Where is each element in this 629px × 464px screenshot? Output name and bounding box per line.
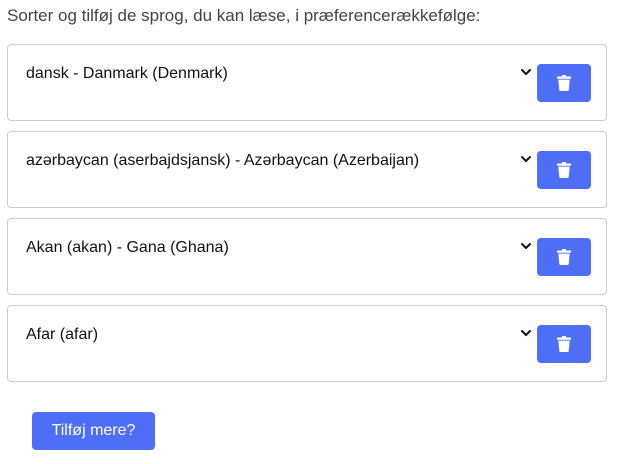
language-select[interactable]: Akan (akan) - Gana (Ghana) [26,219,532,279]
delete-language-button[interactable] [537,325,591,363]
chevron-down-icon [521,330,531,336]
delete-language-button[interactable] [537,238,591,276]
language-selected-value: Akan (akan) - Gana (Ghana) [26,239,229,256]
language-row: Afar (afar) [7,305,607,382]
trash-icon [557,249,571,265]
chevron-down-icon [521,69,531,75]
language-row: dansk - Danmark (Denmark) [7,44,607,121]
language-selected-value: azərbaycan (aserbajdsjansk) - Azərbaycan… [26,152,420,169]
delete-language-button[interactable] [537,151,591,189]
trash-icon [557,75,571,91]
language-select[interactable]: azərbaycan (aserbajdsjansk) - Azərbaycan… [26,132,532,192]
language-row: azərbaycan (aserbajdsjansk) - Azərbaycan… [7,131,607,208]
instruction-text: Sorter og tilføj de sprog, du kan læse, … [7,6,481,25]
chevron-down-icon [521,156,531,162]
language-selected-value: dansk - Danmark (Denmark) [26,65,228,82]
delete-language-button[interactable] [537,64,591,102]
chevron-down-icon [521,243,531,249]
language-selected-value: Afar (afar) [26,326,99,343]
language-select[interactable]: dansk - Danmark (Denmark) [26,45,532,105]
language-row: Akan (akan) - Gana (Ghana) [7,218,607,295]
trash-icon [557,162,571,178]
trash-icon [557,336,571,352]
language-select[interactable]: Afar (afar) [26,306,532,366]
add-more-button[interactable]: Tilføj mere? [32,412,155,450]
language-list: dansk - Danmark (Denmark) azərbaycan (as… [7,44,607,392]
